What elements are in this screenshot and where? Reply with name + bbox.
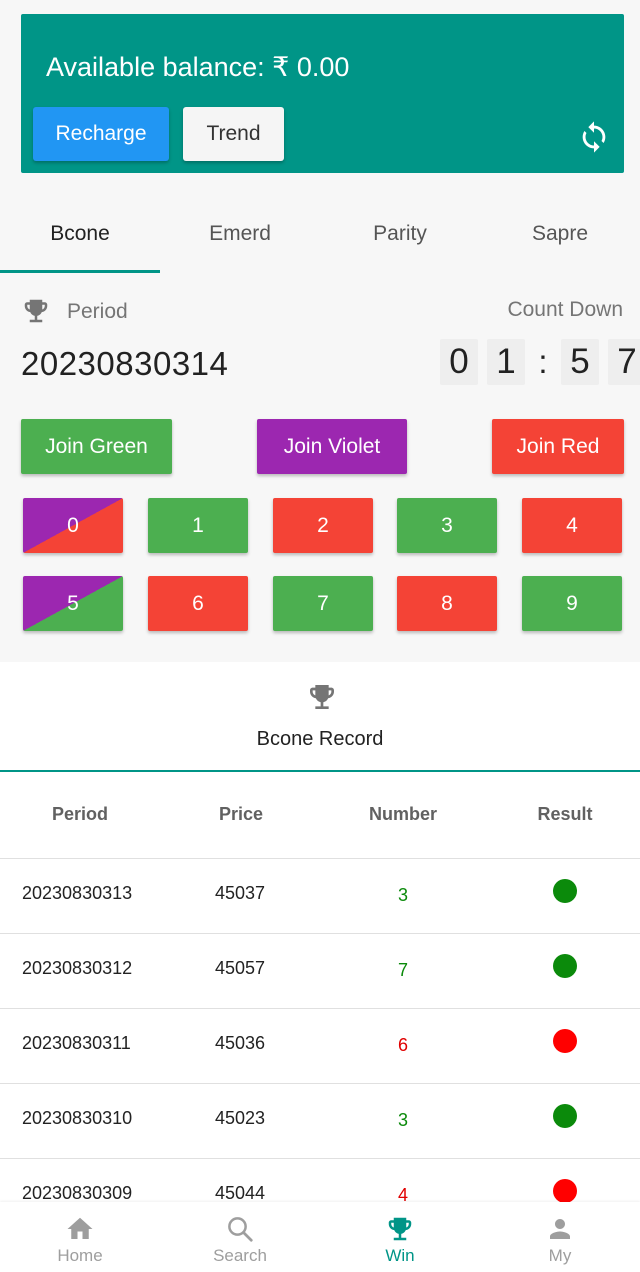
column-header-number: Number (368, 804, 437, 824)
timer-digit: 5 (561, 339, 599, 385)
recharge-button[interactable]: Recharge (33, 107, 169, 161)
nav-win-label: Win (385, 1246, 415, 1265)
row-number: 6 (397, 1035, 408, 1055)
row-period: 20230830313 (22, 883, 133, 903)
balance-card: Available balance: ₹ 0.00 Recharge Trend (21, 14, 624, 173)
number-0-button[interactable]: 0 (23, 498, 123, 553)
table-row: 20230830312 45057 7 (0, 934, 640, 1009)
countdown-timer: 0 1 : 5 7 (440, 339, 640, 385)
trend-button[interactable]: Trend (183, 107, 284, 161)
person-icon (550, 1219, 570, 1239)
join-violet-button[interactable]: Join Violet (257, 419, 407, 474)
timer-digit: 0 (440, 339, 478, 385)
record-divider (0, 770, 640, 772)
row-period: 20230830311 (22, 1033, 131, 1053)
row-price: 45023 (215, 1108, 266, 1128)
row-period: 20230830309 (22, 1183, 133, 1203)
record-section: Bcone Record Period Price Number Result … (0, 662, 640, 1272)
number-9-button[interactable]: 9 (522, 576, 622, 631)
nav-home-label: Home (57, 1246, 103, 1265)
nav-my-label: My (548, 1246, 572, 1265)
result-red-dot (553, 1029, 577, 1053)
record-title: Bcone Record (256, 728, 384, 750)
row-number: 7 (397, 960, 408, 980)
join-green-button[interactable]: Join Green (21, 419, 172, 474)
table-row: 20230830310 45023 3 (0, 1084, 640, 1159)
row-period: 20230830310 (22, 1108, 133, 1128)
row-price: 45057 (215, 958, 266, 978)
nav-search[interactable]: Search (160, 1202, 320, 1272)
available-balance: Available balance: ₹ 0.00 (46, 52, 350, 82)
tab-bcone[interactable]: Bcone (0, 195, 160, 273)
table-row: 20230830313 45037 3 (0, 859, 640, 934)
number-2-button[interactable]: 2 (273, 498, 373, 553)
refresh-icon[interactable] (577, 120, 611, 154)
search-icon (228, 1217, 253, 1242)
home-icon (67, 1217, 93, 1239)
period-value: 20230830314 (21, 345, 229, 382)
tab-parity[interactable]: Parity (320, 195, 480, 273)
period-label: Period (67, 300, 128, 323)
row-price: 45036 (215, 1033, 266, 1053)
trophy-icon (24, 299, 48, 323)
nav-home[interactable]: Home (0, 1202, 160, 1272)
number-7-button[interactable]: 7 (273, 576, 373, 631)
timer-digit: 1 (487, 339, 525, 385)
nav-my[interactable]: My (480, 1202, 640, 1272)
tab-emerd[interactable]: Emerd (160, 195, 320, 273)
number-8-button[interactable]: 8 (397, 576, 497, 631)
result-green-dot (553, 1104, 577, 1128)
row-price: 45037 (215, 883, 266, 903)
number-1-button[interactable]: 1 (148, 498, 248, 553)
row-number: 3 (397, 885, 408, 905)
row-price: 45044 (215, 1183, 266, 1203)
number-4-button[interactable]: 4 (522, 498, 622, 553)
table-row: 20230830311 45036 6 (0, 1009, 640, 1084)
result-red-dot (553, 1179, 577, 1203)
column-header-price: Price (218, 804, 264, 824)
column-header-period: Period (51, 804, 108, 824)
timer-digit: 7 (608, 339, 640, 385)
game-tabs: Bcone Emerd Parity Sapre (0, 195, 640, 273)
trophy-icon (388, 1217, 412, 1241)
number-3-button[interactable]: 3 (397, 498, 497, 553)
result-green-dot (553, 954, 577, 978)
bottom-nav: Home Search Win My (0, 1202, 640, 1272)
nav-win[interactable]: Win (320, 1202, 480, 1272)
nav-search-label: Search (213, 1246, 267, 1265)
number-5-button[interactable]: 5 (23, 576, 123, 631)
timer-colon: : (538, 343, 548, 380)
row-period: 20230830312 (22, 958, 133, 978)
tab-sapre[interactable]: Sapre (480, 195, 640, 273)
column-header-result: Result (537, 804, 593, 824)
number-6-button[interactable]: 6 (148, 576, 248, 631)
trophy-icon (310, 685, 334, 709)
countdown-label: Count Down (507, 298, 623, 321)
result-green-dot (553, 879, 577, 903)
join-red-button[interactable]: Join Red (492, 419, 624, 474)
row-number: 3 (397, 1110, 408, 1130)
